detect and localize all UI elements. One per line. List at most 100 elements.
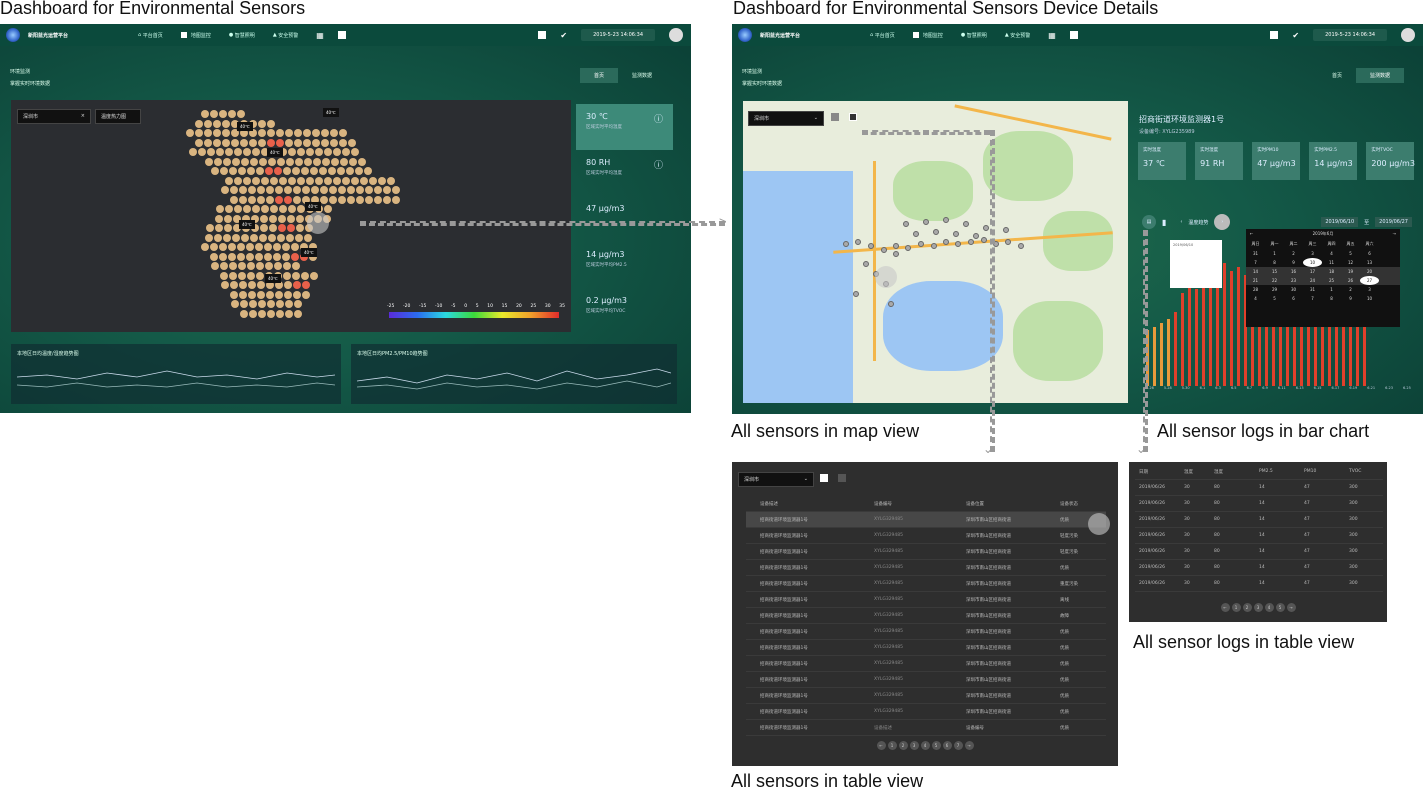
calendar-day[interactable]: 18 (1322, 267, 1341, 276)
calendar-day[interactable]: 21 (1246, 276, 1265, 285)
bar[interactable] (1223, 263, 1226, 386)
bar[interactable] (1195, 289, 1198, 386)
calendar-day[interactable]: 10 (1303, 258, 1322, 267)
sensor-tag[interactable]: 40℃ (305, 202, 321, 211)
stat-tvoc[interactable]: 0.2 μg/m3 区域实时平均TVOC (576, 288, 673, 334)
calendar-day[interactable]: 8 (1322, 294, 1341, 303)
calendar-day[interactable]: 5 (1341, 249, 1360, 258)
calendar-day[interactable]: 3 (1303, 249, 1322, 258)
table-row[interactable]: 招商街道环境监测器1号 XYLG329485 深圳市南山区招商街道 轻度污染 (746, 544, 1106, 560)
calendar-day[interactable]: 26 (1341, 276, 1360, 285)
sensor-pin[interactable] (893, 251, 899, 257)
stat-temperature[interactable]: 30 ℃ ⓘ 区域实时平均温度 (576, 104, 673, 150)
sensor-pin[interactable] (955, 241, 961, 247)
sensor-pin[interactable] (923, 219, 929, 225)
calendar-day[interactable]: 4 (1322, 249, 1341, 258)
sensor-pin[interactable] (1003, 227, 1009, 233)
table-row[interactable]: 招商街道环境监测器1号 XYLG329485 深圳市南山区招商街道 优质 (746, 640, 1106, 656)
calendar-day[interactable]: 5 (1265, 294, 1284, 303)
tab-home[interactable]: 首页 (1318, 68, 1356, 83)
table-row[interactable]: 招商街道环境监测器1号 XYLG329485 深圳市南山区招商街道 离线 (746, 592, 1106, 608)
check-icon[interactable]: ✔ (1292, 31, 1299, 40)
page-button[interactable]: 4 (1264, 603, 1274, 612)
table-row[interactable]: 招商街道环境监测器1号 XYLG329485 深圳市南山区招商街道 优质 (746, 560, 1106, 576)
bar[interactable] (1160, 322, 1163, 386)
prev-month-icon[interactable]: ← (1250, 231, 1253, 237)
message-icon[interactable] (1270, 31, 1279, 39)
nav-home[interactable]: ⌂ 平台首页 (138, 32, 163, 39)
calendar-day[interactable]: 10 (1360, 294, 1379, 303)
calendar-day[interactable]: 4 (1246, 294, 1265, 303)
nav-alert[interactable]: ▲ 安全预警 (1005, 32, 1030, 39)
sensor-pin[interactable] (968, 239, 974, 245)
date-picker[interactable]: ← 2019年6月 → 周日 周一 周二 周三 周四 周五 周六 31 1 2 3 4 5 6 7 8 9 10 11… (1246, 229, 1400, 327)
table-row[interactable]: 招商街道环境监测器1号 XYLG329485 深圳市南山区招商街道 重度污染 (746, 576, 1106, 592)
grid-icon[interactable]: ▦ (1048, 31, 1056, 40)
nav-lighting[interactable]: ● 智慧照明 (961, 32, 987, 39)
selected-sensor[interactable] (875, 266, 897, 288)
prev-icon[interactable]: ‹ (1180, 219, 1182, 225)
next-icon[interactable]: › (1214, 214, 1231, 230)
bar[interactable] (1167, 319, 1170, 386)
stat-pm10[interactable]: 47 μg/m3 (576, 196, 673, 242)
table-row[interactable]: 招商街道环境监测器1号 XYLG329485 深圳市南山区招商街道 优质 (746, 624, 1106, 640)
bar[interactable] (1153, 326, 1156, 386)
sensor-pin[interactable] (943, 239, 949, 245)
calendar-day[interactable]: 7 (1246, 258, 1265, 267)
screen-icon[interactable] (337, 31, 346, 39)
sensor-pin[interactable] (1018, 243, 1024, 249)
calendar-day[interactable]: 31 (1303, 285, 1322, 294)
sensor-pin[interactable] (905, 245, 911, 251)
page-button[interactable]: → (964, 741, 974, 750)
bar-toggle-icon[interactable]: ▮ (1162, 218, 1166, 227)
calendar-day[interactable]: 20 (1360, 267, 1379, 276)
sensor-pin[interactable] (933, 229, 939, 235)
calendar-day[interactable]: 14 (1246, 267, 1265, 276)
sensor-tag[interactable]: 40℃ (265, 274, 281, 283)
heat-map[interactable]: 深圳市 × 温度热力图 40℃ 40℃ 40℃ 40℃ 40℃ 40℃ 40℃ -… (11, 100, 571, 332)
page-button[interactable]: 1 (1231, 603, 1241, 612)
sensor-pin[interactable] (868, 243, 874, 249)
calendar-day[interactable]: 7 (1303, 294, 1322, 303)
stat-pm25[interactable]: 14 μg/m3 区域实时平均PM2.5 (576, 242, 673, 288)
sensor-pin[interactable] (983, 225, 989, 231)
bar[interactable] (1230, 270, 1233, 386)
map-view-icon[interactable] (838, 474, 846, 482)
table-row[interactable]: 招商街道环境监测器1号 XYLG329485 深圳市南山区招商街道 故障 (746, 608, 1106, 624)
calendar-day[interactable]: 22 (1265, 276, 1284, 285)
layer-select[interactable]: 温度热力图 (95, 109, 141, 124)
calendar-day[interactable]: 30 (1284, 285, 1303, 294)
sensor-pin[interactable] (981, 237, 987, 243)
calendar-day[interactable]: 8 (1265, 258, 1284, 267)
calendar-day[interactable]: 15 (1265, 267, 1284, 276)
sensor-pin[interactable] (973, 233, 979, 239)
date-to[interactable]: 2019/06/27 (1375, 217, 1412, 227)
sensor-pin[interactable] (931, 243, 937, 249)
page-button[interactable]: 1 (887, 741, 897, 750)
sensor-pin[interactable] (943, 217, 949, 223)
map-view-icon[interactable] (849, 113, 857, 121)
page-button[interactable]: 5 (931, 741, 941, 750)
sensor-tag[interactable]: 40℃ (301, 248, 317, 257)
table-row[interactable]: 招商街道环境监测器1号 设备描述 设备编号 优质 (746, 720, 1106, 736)
table-row[interactable]: 2019/06/26 30 80 14 47 300 (1135, 576, 1383, 592)
date-from[interactable]: 2019/06/10 (1321, 217, 1359, 227)
calendar-day[interactable]: 29 (1265, 285, 1284, 294)
calendar-day[interactable]: 6 (1284, 294, 1303, 303)
table-row[interactable]: 招商街道环境监测器1号 XYLG329485 深圳市南山区招商街道 轻度污染 (746, 528, 1106, 544)
sensor-tag[interactable]: 40℃ (237, 122, 253, 131)
calendar-day[interactable]: 23 (1284, 276, 1303, 285)
sensor-pin[interactable] (863, 261, 869, 267)
page-button[interactable]: ← (876, 741, 886, 750)
calendar-day[interactable]: 31 (1246, 249, 1265, 258)
calendar-day[interactable]: 1 (1265, 249, 1284, 258)
tab-data[interactable]: 监测数据 (1356, 68, 1405, 83)
calendar-day[interactable]: 9 (1284, 258, 1303, 267)
calendar-day[interactable]: 2 (1341, 285, 1360, 294)
sensor-pin[interactable] (913, 231, 919, 237)
list-view-icon[interactable] (820, 474, 828, 482)
stat-humidity[interactable]: 80 RH ⓘ 区域实时平均湿度 (576, 150, 673, 196)
calendar-day[interactable]: 27 (1360, 276, 1379, 285)
page-button[interactable]: 4 (920, 741, 930, 750)
calendar-day[interactable]: 13 (1360, 258, 1379, 267)
